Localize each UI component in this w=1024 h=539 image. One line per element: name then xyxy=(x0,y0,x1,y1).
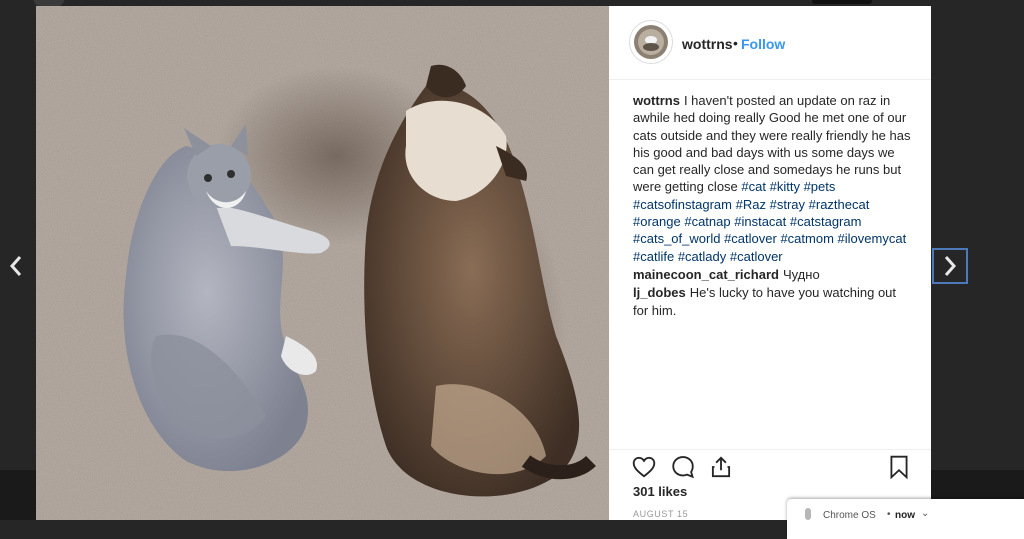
chevron-left-icon xyxy=(9,256,22,276)
hashtag-link[interactable]: #catlady xyxy=(678,249,726,264)
comment: mainecoon_cat_richard Чудно xyxy=(633,266,913,283)
likes-count[interactable]: 301 likes xyxy=(633,484,687,499)
hashtag-link[interactable]: #catstagram xyxy=(790,214,862,229)
header-username[interactable]: wottrns xyxy=(682,36,733,52)
notification-time: now xyxy=(895,510,915,521)
hashtag-link[interactable]: #cat xyxy=(741,179,766,194)
hashtag-link[interactable]: #ilovemycat xyxy=(838,231,907,246)
comment: wottrns I haven't posted an update on raz… xyxy=(633,92,913,265)
avatar-image xyxy=(634,25,668,59)
header-separator: • xyxy=(733,35,738,51)
follow-button[interactable]: Follow xyxy=(741,36,785,52)
next-post-button[interactable] xyxy=(932,248,968,284)
post-image xyxy=(36,6,609,520)
hashtag-link[interactable]: #catnap xyxy=(684,214,730,229)
avatar[interactable] xyxy=(629,20,673,64)
comments-list: wottrns I haven't posted an update on raz… xyxy=(633,92,913,320)
hashtag-link[interactable]: #instacat xyxy=(734,214,786,229)
hashtag-link[interactable]: #pets xyxy=(804,179,836,194)
heart-icon[interactable] xyxy=(631,454,657,480)
chevron-right-icon xyxy=(944,256,957,276)
hashtag-link[interactable]: #catsofinstagram xyxy=(633,197,732,212)
action-bar xyxy=(609,449,931,480)
hashtag-link[interactable]: #Raz xyxy=(736,197,766,212)
post-panel: wottrns • Follow wottrns I haven't posted… xyxy=(609,6,931,520)
post-date: AUGUST 15 xyxy=(633,509,689,519)
hashtag-link[interactable]: #catlover xyxy=(730,249,783,264)
hashtag-link[interactable]: #orange xyxy=(633,214,681,229)
post-header: wottrns • Follow xyxy=(609,6,931,80)
hashtag-link[interactable]: #catlover xyxy=(724,231,777,246)
hashtag-link[interactable]: #kitty xyxy=(770,179,800,194)
post-photo[interactable] xyxy=(36,6,609,520)
hashtag-link[interactable]: #stray xyxy=(770,197,805,212)
hashtag-link[interactable]: #cats_of_world xyxy=(633,231,720,246)
notification-app-icon xyxy=(805,508,811,520)
comment-bubble-icon[interactable] xyxy=(670,454,696,480)
notification-app-name: Chrome OS xyxy=(823,510,876,521)
share-icon[interactable] xyxy=(708,454,734,480)
comment-text: Чудно xyxy=(782,266,820,282)
chrome-os-notification[interactable]: Chrome OS • now ⌄ xyxy=(787,499,1024,539)
comment-username[interactable]: lj_dobes xyxy=(633,285,686,300)
comment-username[interactable]: mainecoon_cat_richard xyxy=(633,267,779,282)
chevron-down-icon[interactable]: ⌄ xyxy=(921,508,929,519)
notification-separator: • xyxy=(887,509,891,520)
bookmark-icon[interactable] xyxy=(886,454,912,480)
hashtag-link[interactable]: #catlife xyxy=(633,249,674,264)
previous-post-button[interactable] xyxy=(0,248,34,284)
comment: lj_dobes He's lucky to have you watching … xyxy=(633,284,913,319)
hashtag-link[interactable]: #razthecat xyxy=(809,197,870,212)
comment-username[interactable]: wottrns xyxy=(633,93,680,108)
hashtag-link[interactable]: #catmom xyxy=(780,231,833,246)
top-right-control xyxy=(812,0,872,4)
